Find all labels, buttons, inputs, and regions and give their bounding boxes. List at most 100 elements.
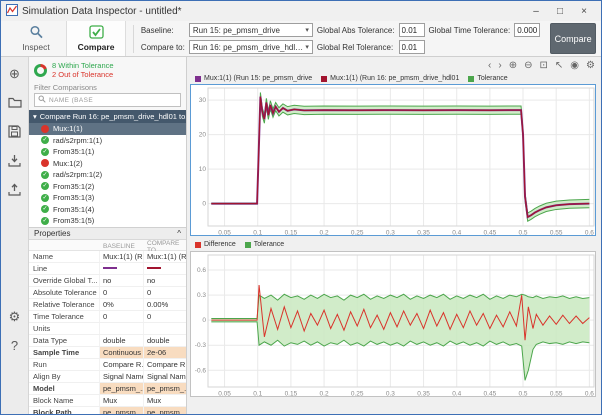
fit-to-view-icon[interactable]: ⊡ (540, 61, 548, 71)
tree-item-from35-1-1-[interactable]: ✓From35:1(1) (29, 146, 186, 158)
svg-text:0.6: 0.6 (197, 267, 206, 274)
property-row-name[interactable]: NameMux:1(1) (R...Mux:1(1) (R... (29, 251, 186, 263)
within-tolerance-icon: ✓ (41, 205, 49, 213)
minimize-button[interactable]: – (524, 6, 548, 17)
open-session-folder-icon[interactable] (7, 94, 23, 110)
property-row-line[interactable]: Line (29, 263, 186, 275)
property-compare-value: 0 (143, 311, 186, 322)
property-label: Sample Time (29, 348, 99, 357)
zoom-out-icon[interactable]: ⊖ (524, 61, 532, 71)
legend-swatch (321, 76, 327, 82)
chart-settings-gear-icon[interactable]: ⚙ (586, 61, 595, 71)
property-baseline-value: Mux:1(1) (R... (99, 251, 143, 262)
preferences-gear-icon[interactable]: ⚙ (7, 308, 23, 324)
tree-item-label: From35:1(1) (53, 147, 94, 156)
filter-search-box[interactable] (34, 93, 181, 107)
property-compare-value: no (143, 275, 186, 286)
tree-item-rad-s2rpm-1-2-[interactable]: ✓rad/s2rpm:1(2) (29, 169, 186, 181)
out-of-tolerance-count: 2 Out of Tolerance (52, 70, 114, 79)
within-tolerance-icon: ✓ (41, 171, 49, 179)
baseline-select[interactable]: Run 15: pe_pmsm_drive ▾ (189, 23, 313, 37)
prev-comparison-icon[interactable]: ‹ (488, 61, 491, 71)
property-label: Units (29, 324, 99, 333)
svg-text:0.3: 0.3 (386, 391, 395, 398)
svg-text:0.05: 0.05 (218, 391, 231, 398)
tree-caret-icon: ▾ (33, 112, 37, 121)
import-data-icon[interactable] (7, 152, 23, 168)
baseline-line-swatch (103, 267, 117, 269)
tree-item-from35-1-2-[interactable]: ✓From35:1(2) (29, 181, 186, 193)
svg-text:0.55: 0.55 (550, 391, 563, 398)
property-label: Override Global T... (29, 276, 99, 285)
chevron-down-icon: ▾ (305, 43, 309, 51)
property-baseline-value: 0 (99, 287, 143, 298)
tab-compare[interactable]: Compare (66, 21, 126, 56)
svg-text:0.1: 0.1 (253, 391, 262, 398)
global-rel-tolerance-input[interactable] (399, 40, 425, 54)
legend-item: Difference (195, 241, 236, 248)
maximize-button[interactable]: □ (548, 6, 572, 17)
pointer-cursor-icon[interactable]: ↖ (555, 61, 563, 71)
properties-column-headers: BASELINE COMPARE TO (29, 240, 186, 251)
baseline-column-header: BASELINE (99, 243, 143, 250)
tree-item-from35-1-3-[interactable]: ✓From35:1(3) (29, 192, 186, 204)
tree-item-label: From35:1(2) (53, 182, 94, 191)
export-data-icon[interactable] (7, 181, 23, 197)
within-tolerance-icon: ✓ (41, 136, 49, 144)
tree-item-rad-s2rpm-1-1-[interactable]: ✓ rad/s2rpm:1(1) (29, 135, 186, 147)
save-session-icon[interactable] (7, 123, 23, 139)
property-row-relative-tolerance[interactable]: Relative Tolerance0%0.00% (29, 299, 186, 311)
properties-panel: BASELINE COMPARE TO NameMux:1(1) (R...Mu… (29, 240, 186, 415)
compare-settings-form: Baseline: Run 15: pe_pmsm_drive ▾ Global… (141, 23, 540, 54)
property-row-block-name[interactable]: Block NameMuxMux (29, 395, 186, 407)
property-label: Data Type (29, 336, 99, 345)
zoom-in-icon[interactable]: ⊕ (509, 61, 517, 71)
property-row-sample-time[interactable]: Sample TimeContinuous2e-06 (29, 347, 186, 359)
tree-item-label: rad/s2rpm:1(1) (53, 136, 102, 145)
properties-header[interactable]: Properties ^ (29, 227, 186, 240)
next-comparison-icon[interactable]: › (498, 61, 501, 71)
filter-search-input[interactable] (49, 97, 177, 104)
comparison-tree-root[interactable]: ▾ Compare Run 16: pe_pmsm_drive_hdl01 to… (29, 110, 186, 123)
property-row-override-global-t-[interactable]: Override Global T...nono (29, 275, 186, 287)
property-baseline-value: pe_pmsm_... (99, 383, 143, 394)
property-compare-value: pe_pmsm_... (143, 383, 186, 394)
svg-text:0.3: 0.3 (197, 292, 206, 299)
tree-item-mux-1-2-[interactable]: Mux:1(2) (29, 158, 186, 170)
signals-chart[interactable]: 0.050.10.150.20.250.30.350.40.450.50.550… (190, 84, 596, 236)
legend-label: Mux:1(1) (Run 15: pe_pmsm_drive (204, 75, 312, 82)
snapshot-camera-icon[interactable]: ◉ (570, 61, 579, 71)
svg-text:0: 0 (202, 317, 206, 324)
svg-text:0.15: 0.15 (285, 391, 298, 398)
help-icon[interactable]: ? (7, 337, 23, 353)
property-row-model[interactable]: Modelpe_pmsm_...pe_pmsm_... (29, 383, 186, 395)
difference-chart[interactable]: 0.050.10.150.20.250.30.350.40.450.50.550… (190, 251, 596, 397)
property-label: Absolute Tolerance (29, 288, 99, 297)
compare-button[interactable]: Compare (550, 23, 596, 54)
svg-text:0.5: 0.5 (519, 391, 528, 398)
tab-inspect-label: Inspect (22, 42, 49, 52)
property-row-absolute-tolerance[interactable]: Absolute Tolerance00 (29, 287, 186, 299)
property-row-align-by[interactable]: Align BySignal NameSignal Name (29, 371, 186, 383)
property-row-run[interactable]: RunCompare R...Compare R... (29, 359, 186, 371)
tab-inspect[interactable]: Inspect (6, 21, 66, 56)
property-row-block-path[interactable]: Block Pathpe_pmsm_...pe_pmsm_... (29, 407, 186, 415)
compare-check-icon (89, 25, 104, 41)
compare-to-select[interactable]: Run 16: pe_pmsm_drive_hdl01 ▾ (189, 40, 313, 54)
global-abs-tolerance-input[interactable] (399, 23, 425, 37)
tree-item-mux-1-1-[interactable]: Mux:1(1) (29, 123, 186, 135)
property-compare-value: 2e-06 (143, 347, 186, 358)
legend-swatch (245, 242, 251, 248)
tree-item-from35-1-4-[interactable]: ✓From35:1(4) (29, 204, 186, 216)
svg-text:0.45: 0.45 (484, 391, 497, 398)
property-row-time-tolerance[interactable]: Time Tolerance00 (29, 311, 186, 323)
main-toolbar: Inspect Compare Baseline: Run 15: pe_pms… (1, 21, 601, 57)
property-baseline-value: Signal Name (99, 371, 143, 382)
property-label: Line (29, 264, 99, 273)
property-row-data-type[interactable]: Data Typedoubledouble (29, 335, 186, 347)
global-time-tolerance-input[interactable] (514, 23, 540, 37)
close-button[interactable]: × (572, 6, 596, 17)
property-row-units[interactable]: Units (29, 323, 186, 335)
add-run-icon[interactable]: ⊕ (7, 65, 23, 81)
tree-item-from35-1-5-[interactable]: ✓From35:1(5) (29, 215, 186, 227)
